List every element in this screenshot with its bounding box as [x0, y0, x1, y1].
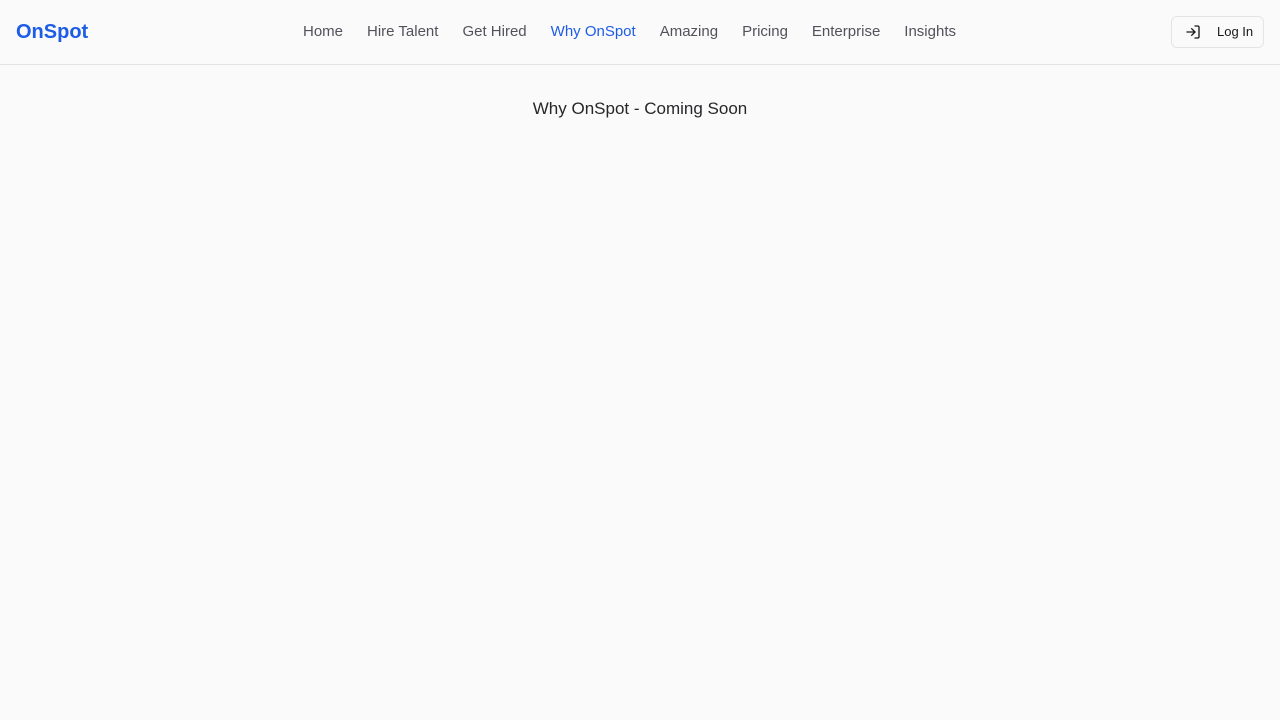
nav-link-enterprise[interactable]: Enterprise — [800, 20, 892, 44]
nav-link-amazing[interactable]: Amazing — [648, 20, 730, 44]
log-in-label: Log In — [1217, 24, 1254, 39]
top-navbar: OnSpot Home Hire Talent Get Hired Why On… — [0, 0, 1280, 65]
nav-link-insights[interactable]: Insights — [892, 20, 968, 44]
log-in-icon — [1185, 24, 1201, 40]
nav-link-why-onspot[interactable]: Why OnSpot — [539, 20, 648, 44]
nav-link-hire-talent[interactable]: Hire Talent — [355, 20, 450, 44]
log-in-button[interactable]: Log In — [1171, 16, 1264, 48]
page-title: Why OnSpot - Coming Soon — [532, 99, 748, 118]
nav-link-get-hired[interactable]: Get Hired — [450, 20, 538, 44]
logo[interactable]: OnSpot — [16, 19, 88, 45]
nav-link-pricing[interactable]: Pricing — [730, 20, 800, 44]
nav-link-home[interactable]: Home — [291, 20, 355, 44]
main-nav: Home Hire Talent Get Hired Why OnSpot Am… — [291, 20, 968, 44]
